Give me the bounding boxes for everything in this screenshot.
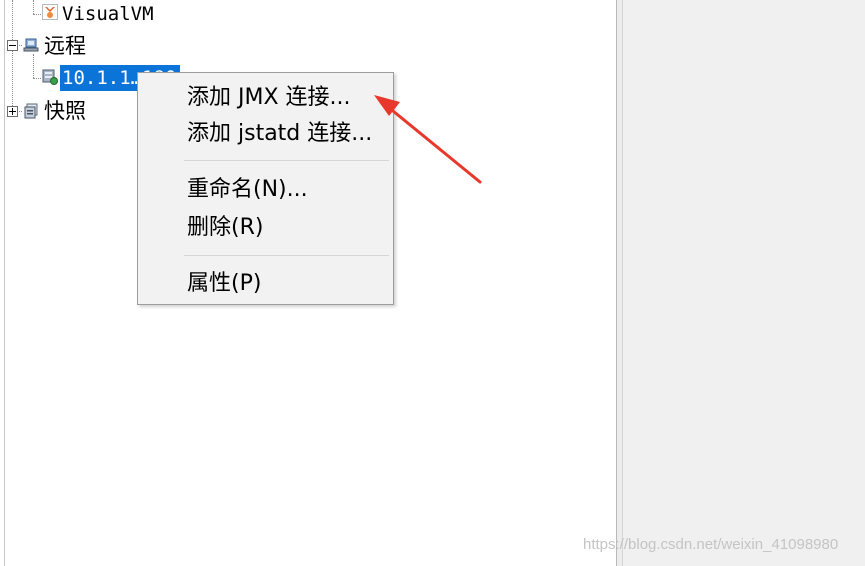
tree-guide-line	[33, 78, 41, 79]
pane-splitter[interactable]	[616, 0, 623, 566]
context-menu: 添加 JMX 连接... 添加 jstatd 连接... 重命名(N)... 删…	[137, 72, 394, 305]
collapse-toggle[interactable]	[7, 40, 18, 51]
tree-panel-border	[4, 0, 5, 566]
menu-item-rename[interactable]: 重命名(N)...	[187, 173, 308, 207]
tree-guide-line	[33, 14, 41, 15]
menu-item-properties[interactable]: 属性(P)	[187, 267, 261, 301]
menu-item-add-jstatd-connection[interactable]: 添加 jstatd 连接...	[187, 117, 372, 151]
tree-node-visualvm[interactable]: VisualVM	[62, 1, 154, 27]
details-pane	[623, 0, 865, 566]
tree-node-remote[interactable]: 远程	[44, 33, 86, 59]
menu-separator	[184, 160, 389, 161]
snapshots-icon	[23, 103, 39, 119]
tree-guide-line	[33, 0, 34, 14]
tree-guide-line	[33, 54, 34, 78]
remote-hosts-icon	[23, 37, 39, 53]
menu-item-add-jmx-connection[interactable]: 添加 JMX 连接...	[187, 81, 351, 115]
menu-separator	[184, 255, 389, 256]
visualvm-icon	[42, 4, 58, 20]
watermark: https://blog.csdn.net/weixin_41098980	[583, 536, 839, 553]
remote-host-icon	[42, 69, 58, 85]
annotation-arrow-icon	[374, 95, 482, 184]
tree-guide-line	[12, 0, 13, 106]
menu-item-delete[interactable]: 删除(R)	[187, 211, 263, 245]
tree-node-snapshots[interactable]: 快照	[44, 98, 86, 124]
expand-toggle[interactable]	[7, 106, 18, 117]
